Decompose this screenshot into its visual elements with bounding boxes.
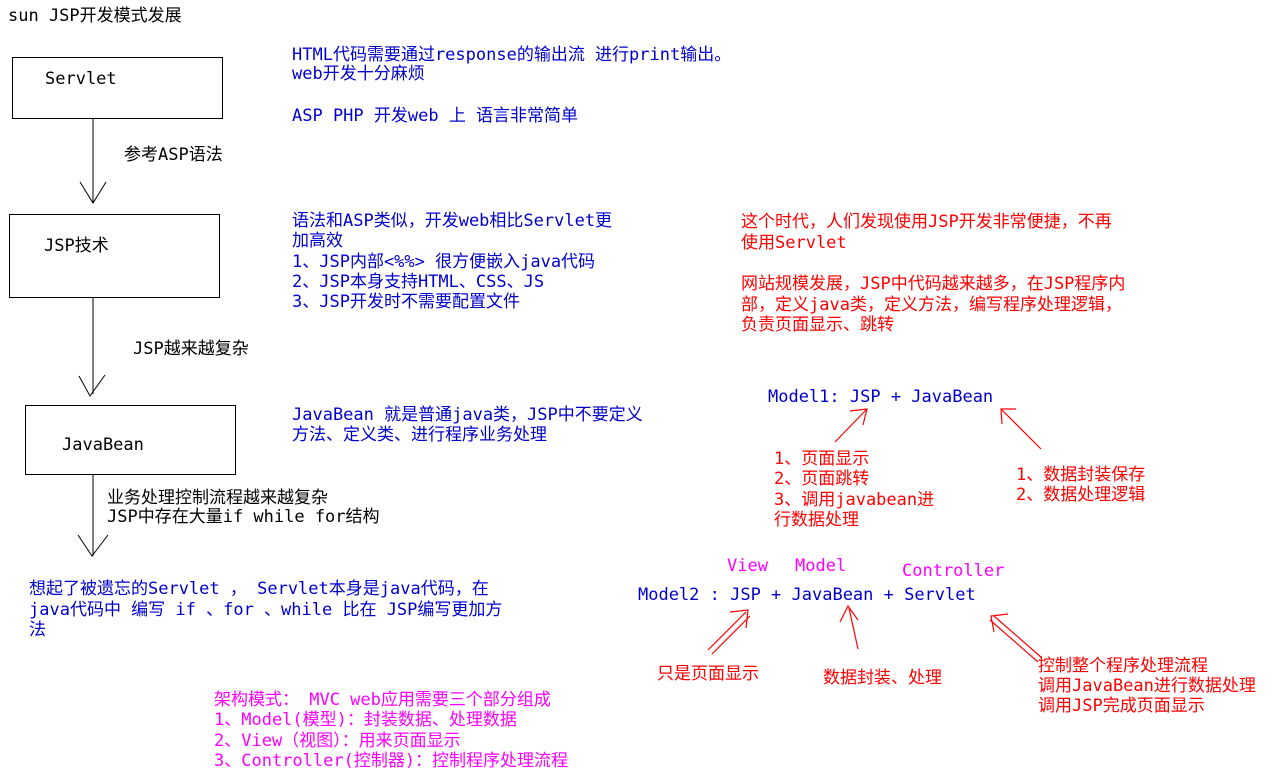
arrowhead-2 (78, 374, 106, 397)
arrow-m1-bean (1001, 409, 1042, 450)
servlet-note-2: web开发十分麻烦 (292, 64, 425, 84)
model2-bean-role: 数据封装、处理 (823, 668, 942, 688)
mvc-line-1: 架构模式： MVC web应用需要三个部分组成 (214, 690, 551, 710)
jsp-note-2: 加高效 (292, 231, 343, 251)
model2-servlet-role-2: 调用JavaBean进行数据处理 (1038, 676, 1256, 696)
model2-jsp-role: 只是页面显示 (657, 664, 759, 684)
servlet-return-1: 想起了被遗忘的Servlet ， Servlet本身是java代码，在 (29, 579, 489, 599)
arrow-m2-servlet (993, 615, 1043, 659)
jsp-note-4: 2、JSP本身支持HTML、CSS、JS (292, 272, 545, 292)
mvc-line-3: 2、View（视图）：用来页面显示 (214, 731, 461, 751)
jsp-note-5: 3、JSP开发时不需要配置文件 (292, 292, 520, 312)
servlet-return-2: java代码中 编写 if 、for 、while 比在 JSP编写更加方 (29, 600, 503, 620)
mvc-line-2: 1、Model(模型)：封装数据、处理数据 (214, 710, 517, 730)
role-arrows (707, 408, 1043, 663)
transition-label-3b: JSP中存在大量if while for结构 (107, 507, 380, 527)
model2-controller-label: Controller (902, 561, 1005, 581)
model1-bean-role-2: 2、数据处理逻辑 (1016, 485, 1146, 505)
transition-label-2: JSP越来越复杂 (133, 339, 249, 359)
era-note-3: 网站规模发展，JSP中代码越来越多，在JSP程序内 (741, 274, 1126, 294)
era-note-5: 负责页面显示、跳转 (741, 315, 894, 335)
servlet-note-3: ASP PHP 开发web 上 语言非常简单 (292, 106, 579, 126)
model2-formula: Model2 : JSP + JavaBean + Servlet (638, 585, 976, 605)
model2-servlet-role-1: 控制整个程序处理流程 (1038, 656, 1208, 676)
transition-label-3a: 业务处理控制流程越来越复杂 (107, 488, 328, 508)
javabean-note-2: 方法、定义类、进行程序业务处理 (292, 425, 547, 445)
model1-jsp-role-3: 3、调用javabean进 (774, 490, 935, 510)
era-note-4: 部，定义java类，定义方法，编写程序处理逻辑， (741, 295, 1122, 315)
model1-jsp-role-2: 2、页面跳转 (774, 469, 870, 489)
arrowhead-m2-bean (839, 604, 859, 623)
era-note-1: 这个时代，人们发现使用JSP开发非常便捷，不再 (741, 212, 1112, 232)
era-note-2: 使用Servlet (741, 233, 847, 253)
jsp-note-3: 1、JSP内部<%%> 很方便嵌入java代码 (292, 252, 596, 272)
transition-label-1: 参考ASP语法 (124, 145, 223, 165)
arrow-m2-jsp (707, 611, 747, 651)
servlet-return-3: 法 (29, 620, 46, 640)
servlet-note-1: HTML代码需要通过response的输出流 进行print输出。 (292, 45, 732, 65)
flow-arrows (77, 118, 109, 557)
model1-bean-role-1: 1、数据封装保存 (1016, 465, 1146, 485)
model1-formula: Model1: JSP + JavaBean (768, 387, 994, 407)
model2-view-label: View (727, 556, 768, 576)
model2-servlet-role-3: 调用JSP完成页面显示 (1038, 696, 1205, 716)
arrow-m1-jsp (834, 409, 867, 443)
jsp-note-1: 语法和ASP类似，开发web相比Servlet更 (292, 211, 613, 231)
model2-model-label: Model (795, 556, 847, 576)
model1-jsp-role-4: 行数据处理 (774, 510, 859, 530)
mvc-line-4: 3、Controller(控制器)：控制程序处理流程 (214, 751, 569, 771)
javabean-note-1: JavaBean 就是普通java类，JSP中不要定义 (292, 405, 643, 425)
model1-jsp-role-1: 1、页面显示 (774, 449, 870, 469)
